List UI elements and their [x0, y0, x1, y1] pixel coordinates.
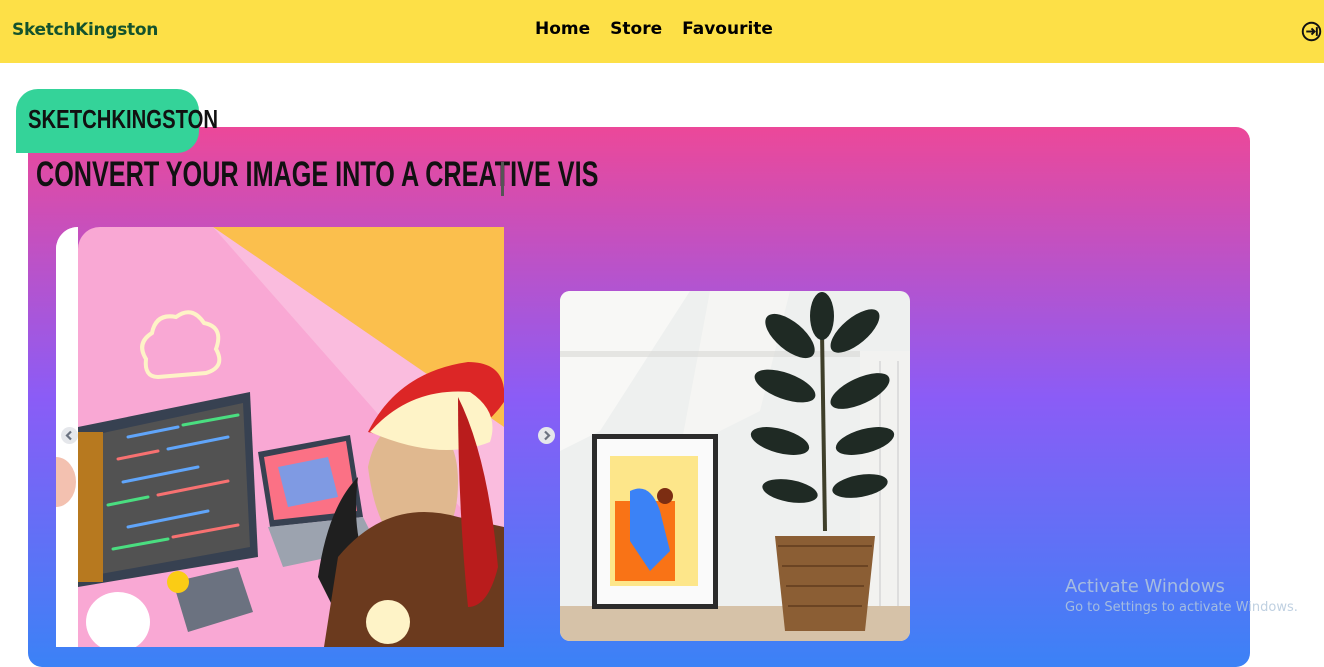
brand-logo[interactable]: SketchKingston [12, 20, 158, 40]
watermark-subtitle: Go to Settings to activate Windows. [1065, 600, 1298, 615]
hero-badge: SKETCHKINGSTON [16, 89, 218, 153]
nav-favourite[interactable]: Favourite [682, 19, 773, 39]
framed-art-photo [560, 291, 910, 641]
nav-links: Home Store Favourite [535, 19, 773, 39]
carousel-slide-illustration [78, 227, 504, 647]
carousel-next-button[interactable] [538, 427, 555, 444]
badge-label: SKETCHKINGSTON [28, 104, 219, 134]
image-carousel[interactable] [56, 227, 555, 647]
top-navbar: SketchKingston Home Store Favourite [0, 0, 1324, 63]
chevron-right-icon [544, 430, 551, 441]
nav-store[interactable]: Store [610, 19, 662, 39]
login-icon[interactable] [1301, 21, 1322, 42]
nav-home[interactable]: Home [535, 19, 590, 39]
typing-caret [501, 162, 504, 196]
chevron-left-icon [65, 430, 72, 441]
carousel-prev-button[interactable] [61, 427, 78, 444]
hero-headline: CONVERT YOUR IMAGE INTO A CREATIVE VIS [36, 155, 599, 194]
activation-watermark: Activate Windows Go to Settings to activ… [1065, 576, 1298, 615]
watermark-title: Activate Windows [1065, 576, 1225, 597]
